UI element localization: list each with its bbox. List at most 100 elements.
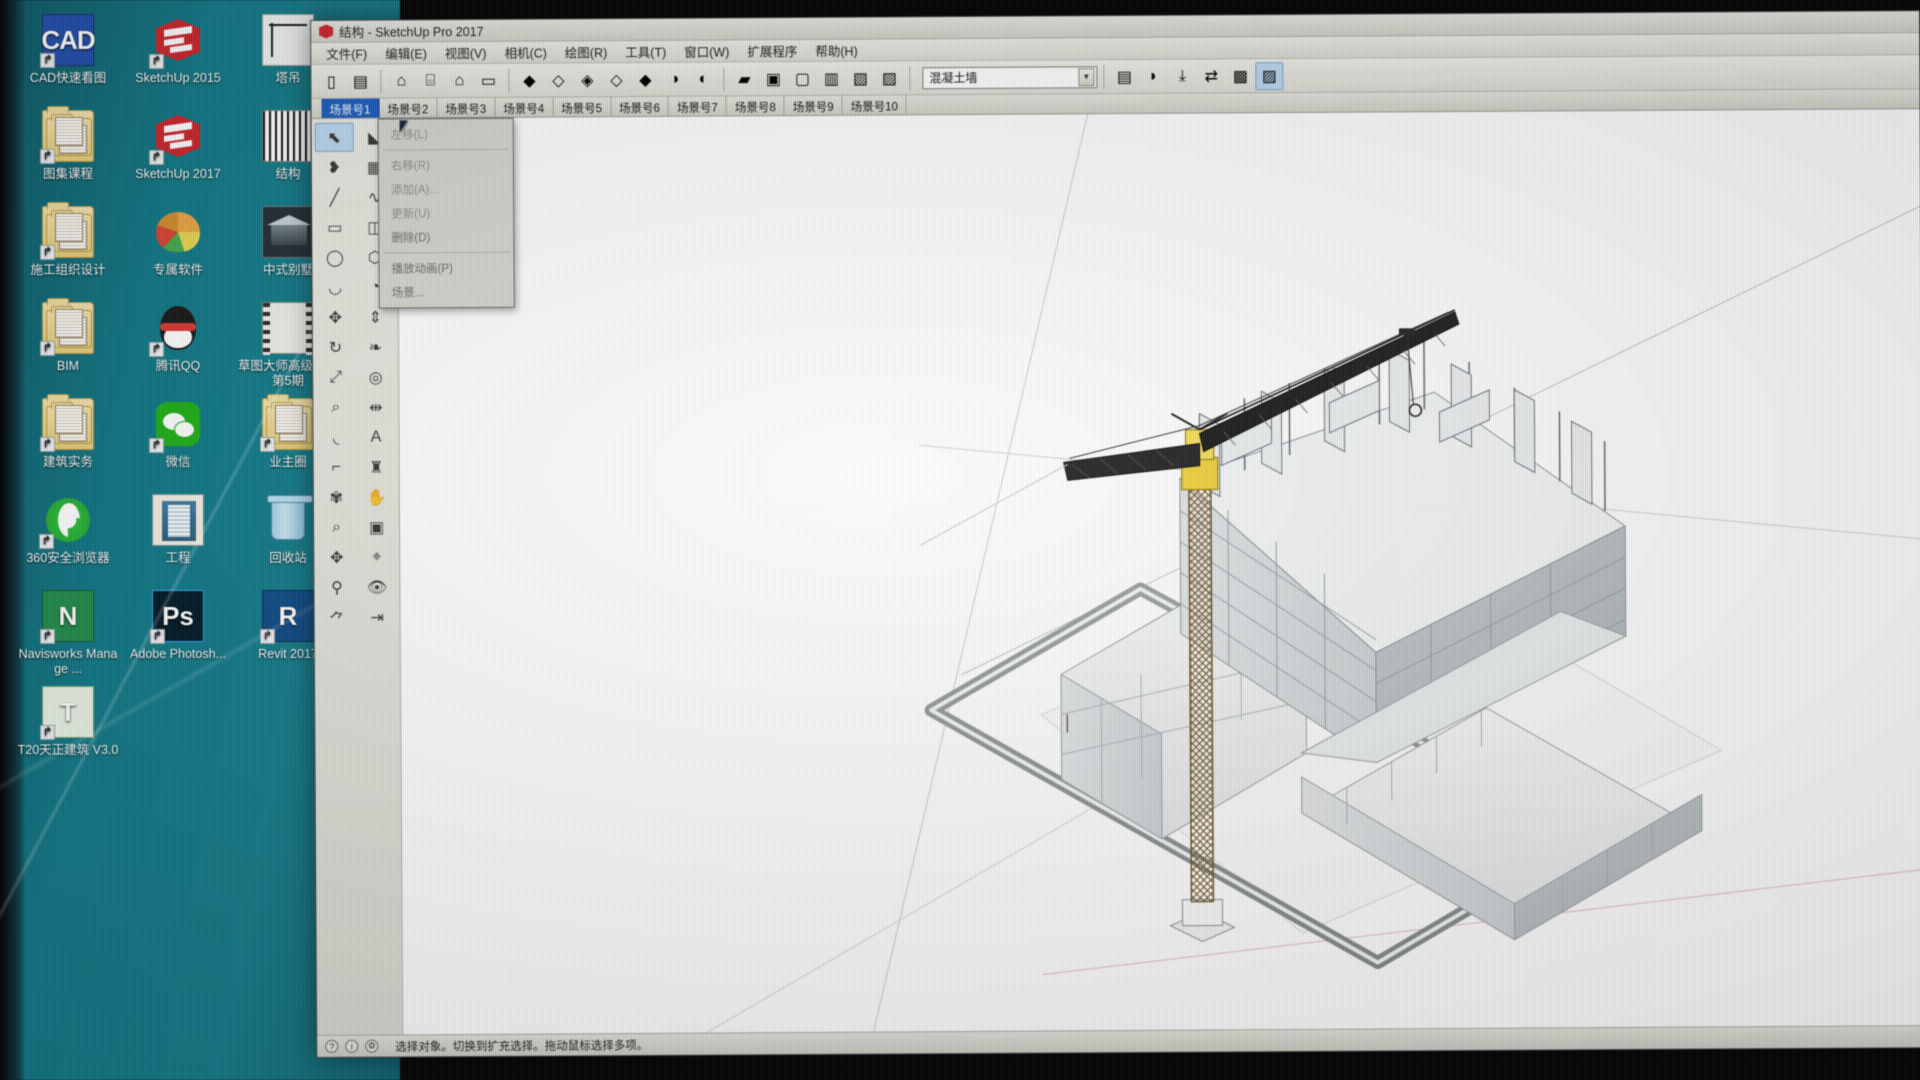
section-fill-icon[interactable]: ◆ <box>631 65 659 93</box>
right-view-icon[interactable]: ▥ <box>817 64 845 92</box>
text-tool-icon[interactable]: A <box>356 422 395 451</box>
scene-tab[interactable]: 场景号5 <box>553 97 612 117</box>
menu-draw[interactable]: 绘图(R) <box>557 40 615 63</box>
solid-shade-icon[interactable]: ◆ <box>515 66 543 94</box>
desktop-icon[interactable]: ↱ SketchUp 2017 <box>126 110 230 182</box>
pan-arrows-icon[interactable]: ⇄ <box>1197 62 1225 90</box>
tag-icon[interactable]: ◗ <box>1139 62 1167 90</box>
scene-menu-item[interactable]: 右移(R) <box>379 153 513 178</box>
three-d-text-icon[interactable]: ♜ <box>357 452 396 481</box>
back-edges-icon[interactable]: ◐ <box>689 65 717 93</box>
zoom-extents-icon[interactable]: ✥ <box>317 543 356 572</box>
desktop-icon[interactable]: ↱ 施工组织设计 <box>16 202 120 278</box>
previous-view-icon[interactable]: ⌖ <box>357 542 396 571</box>
scene-tab[interactable]: 场景号4 <box>495 97 554 117</box>
open-component-icon[interactable]: ⌸ <box>416 67 444 95</box>
scene-tab[interactable]: 场景号8 <box>726 96 785 116</box>
rectangle-icon[interactable]: ▭ <box>315 213 354 242</box>
scene-menu-item[interactable]: 播放动画(P) <box>379 256 513 281</box>
scene-tab[interactable]: 场景号10 <box>842 95 908 115</box>
layer-manager-icon[interactable]: ▤ <box>1110 62 1138 90</box>
model-3d-view[interactable] <box>397 109 1920 1035</box>
component-outline-icon[interactable]: ⌂ <box>445 67 473 95</box>
scene-context-menu[interactable]: 左移(L) 右移(R) 添加(A)... 更新(U) 删除(D) 播放动画(P) 场景... <box>377 117 515 309</box>
scene-tab[interactable]: 场景号7 <box>668 96 727 116</box>
scene-tab[interactable]: 场景号1 <box>321 98 380 118</box>
desktop-icon[interactable]: N ↱ Navisworks Manage ... <box>16 590 120 677</box>
menu-tools[interactable]: 工具(T) <box>617 40 674 63</box>
desktop-icon[interactable]: ↱ 图集课程 <box>16 106 120 182</box>
component-flat-icon[interactable]: ▭ <box>474 66 502 94</box>
menu-camera[interactable]: 相机(C) <box>496 41 554 64</box>
menu-file[interactable]: 文件(F) <box>318 42 375 65</box>
scene-menu-item[interactable]: 添加(A)... <box>379 177 513 202</box>
zoom-window-icon[interactable]: ▣ <box>357 512 396 541</box>
back-view-icon[interactable]: ▧ <box>846 64 874 92</box>
iso-view-icon[interactable]: ▰ <box>730 65 758 93</box>
rotate-tool-icon[interactable]: ↻ <box>316 333 355 362</box>
sketchup-window[interactable]: 结构 - SketchUp Pro 2017 文件(F) 编辑(E) 视图(V) 相机… <box>310 10 1920 1058</box>
chevron-down-icon[interactable]: ▼ <box>1078 67 1095 86</box>
protractor-icon[interactable]: ◟ <box>316 423 355 452</box>
circle-icon[interactable]: ◯ <box>315 243 354 272</box>
desktop-icon[interactable]: ↱ SketchUp 2015 <box>126 14 230 86</box>
position-camera-icon[interactable]: ⚲ <box>317 573 356 602</box>
section-cut-icon[interactable]: ◈ <box>573 66 601 94</box>
wire-shade-icon[interactable]: ◇ <box>544 66 572 94</box>
menu-view[interactable]: 视图(V) <box>437 41 495 64</box>
follow-me-icon[interactable]: ❧ <box>356 332 395 361</box>
left-view-icon[interactable]: ▨ <box>875 64 903 92</box>
dimension-icon[interactable]: ⇹ <box>356 392 395 421</box>
desktop-icon[interactable]: ↱ BIM <box>16 298 120 374</box>
desktop-icon[interactable]: 专属软件 <box>126 206 230 278</box>
menu-window[interactable]: 窗口(W) <box>676 39 737 62</box>
look-around-icon[interactable]: 👁 <box>357 572 396 601</box>
desktop-icon[interactable]: CAD ↱ CAD快速看图 <box>16 14 120 86</box>
paint-bucket-icon[interactable]: ❥ <box>315 153 354 182</box>
scale-tool-icon[interactable]: ⤢ <box>316 363 355 392</box>
desktop-icon[interactable]: ↱ 腾讯QQ <box>126 302 230 374</box>
select-arrow-icon[interactable]: ⬉ <box>314 122 354 152</box>
home-view-icon[interactable]: ⌂ <box>387 67 415 95</box>
new-document-icon[interactable]: ▯ <box>317 67 345 95</box>
download-3dwarehouse-icon[interactable]: ⤓ <box>1168 62 1196 90</box>
scene-menu-item[interactable]: 删除(D) <box>379 225 513 250</box>
scene-menu-item[interactable]: 更新(U) <box>379 201 513 226</box>
pan-hand-icon[interactable]: ✋ <box>357 482 396 511</box>
top-view-icon[interactable]: ▣ <box>759 65 787 93</box>
menu-help[interactable]: 帮助(H) <box>807 39 865 62</box>
arc-icon[interactable]: ◡ <box>316 273 355 302</box>
front-view-icon[interactable]: ▢ <box>788 64 816 92</box>
walk-tool-icon[interactable]: ⺈ <box>318 603 357 632</box>
desktop-icon[interactable]: ↱ 建筑实务 <box>16 394 120 470</box>
open-folder-icon[interactable]: ▤ <box>346 67 374 95</box>
context-help-icon[interactable]: i <box>345 1039 359 1053</box>
tape-measure-icon[interactable]: ⌕ <box>316 393 355 422</box>
info-icon[interactable]: ? <box>325 1039 339 1053</box>
offset-icon[interactable]: ◎ <box>356 362 395 391</box>
move-tool-icon[interactable]: ✥ <box>316 303 355 332</box>
section-plane-tool-icon[interactable]: ⇥ <box>358 602 397 631</box>
model-viewport[interactable] <box>397 109 1920 1035</box>
scene-menu-item[interactable]: 场景... <box>380 280 514 305</box>
xray-icon[interactable]: ◑ <box>660 65 688 93</box>
desktop-icon[interactable]: Ps ↱ Adobe Photosh... <box>126 590 230 662</box>
material-select[interactable]: 混凝土墙 ▼ <box>922 65 1098 89</box>
scene-tab[interactable]: 场景号9 <box>784 95 843 116</box>
settings-icon[interactable]: ⚙ <box>365 1039 379 1053</box>
scene-tab[interactable]: 场景号2 <box>379 98 438 118</box>
desktop-icon[interactable]: 工程 <box>126 494 230 566</box>
axes-tool-icon[interactable]: ⌐ <box>317 453 356 482</box>
desktop-icon[interactable]: T ↱ T20天正建筑 V3.0 <box>16 686 120 758</box>
line-tool-icon[interactable]: ╱ <box>315 183 354 212</box>
section-plane-icon[interactable]: ◇ <box>602 66 630 94</box>
desktop-icon[interactable]: ↱ 微信 <box>126 398 230 470</box>
menu-edit[interactable]: 编辑(E) <box>377 41 435 64</box>
zoom-tool-icon[interactable]: ⌕ <box>317 513 356 542</box>
solid-tools-icon[interactable]: ▩ <box>1226 62 1254 90</box>
scene-tab[interactable]: 场景号3 <box>437 97 496 118</box>
desktop-icon[interactable]: ↱ 360安全浏览器 <box>16 494 120 566</box>
orbit-icon[interactable]: ✾ <box>317 483 356 512</box>
sandbox-icon[interactable]: ▨ <box>1255 61 1284 90</box>
scene-tab[interactable]: 场景号6 <box>611 96 670 117</box>
